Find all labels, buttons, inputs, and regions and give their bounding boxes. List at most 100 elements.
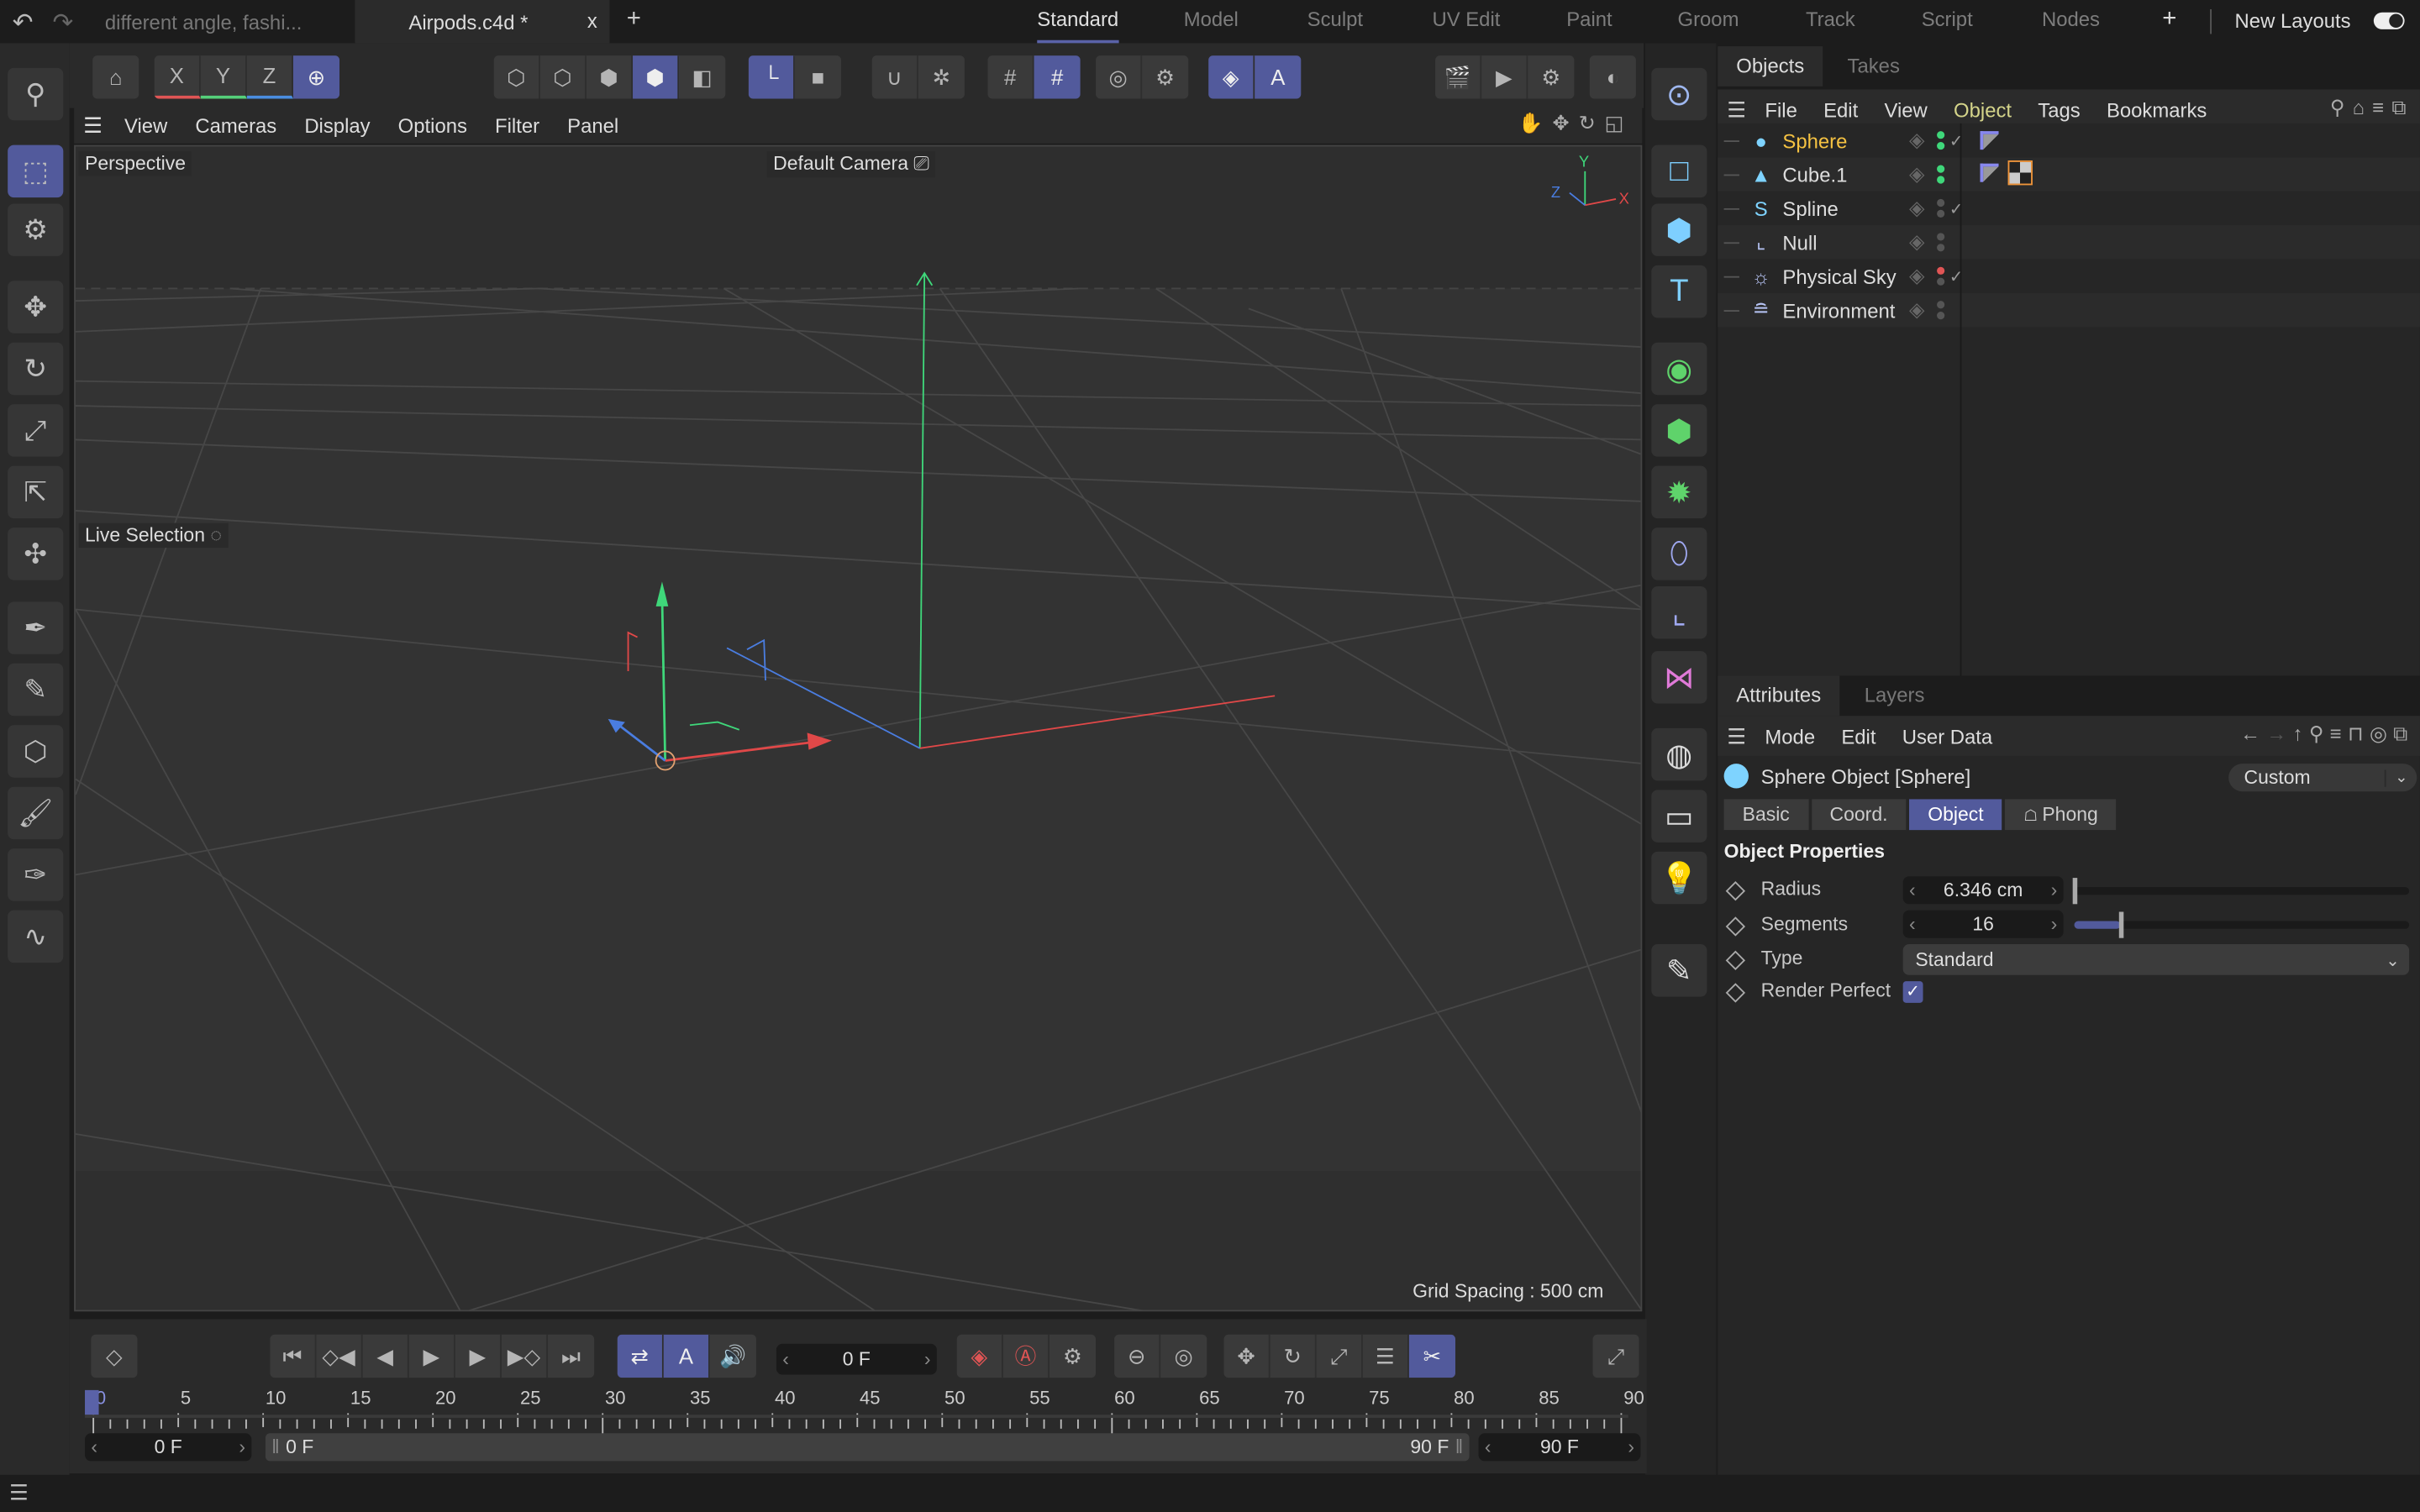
viewport-solo-icon[interactable]: ◈: [1208, 55, 1255, 99]
render-view-icon[interactable]: ⌂: [92, 55, 139, 98]
spline-rectangle-icon[interactable]: □: [1651, 144, 1707, 198]
segments-slider-handle[interactable]: [2119, 911, 2124, 938]
subdivision-surface-icon[interactable]: ◉: [1651, 342, 1707, 396]
layer-icon[interactable]: ◈: [1909, 128, 1931, 152]
layout-tab-paint[interactable]: Paint: [1566, 0, 1612, 40]
layer-icon[interactable]: ◈: [1909, 264, 1931, 288]
light-icon[interactable]: 💡: [1651, 851, 1707, 905]
null-object-icon[interactable]: ⊙: [1651, 67, 1707, 121]
attributes-menu-mode[interactable]: Mode: [1765, 724, 1815, 748]
texture-mode-icon[interactable]: ◧: [679, 55, 725, 98]
scene-nodes-icon[interactable]: ⌞: [1651, 585, 1707, 639]
up-arrow-icon[interactable]: ↑: [2293, 722, 2309, 746]
keyframe-render-perfect-icon[interactable]: [1725, 983, 1746, 1003]
layer-icon[interactable]: ◈: [1909, 162, 1931, 186]
decrement-icon[interactable]: ‹: [782, 1348, 789, 1370]
redshift-icon[interactable]: ◐: [1590, 55, 1636, 98]
target-icon[interactable]: ◎: [2370, 722, 2393, 746]
scale-icon[interactable]: ⤢: [8, 404, 64, 457]
autokey-icon[interactable]: Ⓐ: [1003, 1334, 1050, 1378]
edges-mode-icon[interactable]: ⬡: [540, 55, 587, 99]
decrement-icon[interactable]: ‹: [1485, 1436, 1491, 1458]
increment-icon[interactable]: ›: [2051, 879, 2058, 901]
loop-icon[interactable]: ⇄: [617, 1334, 664, 1378]
decrement-icon[interactable]: ‹: [91, 1436, 97, 1458]
viewport-menu-filter[interactable]: Filter: [495, 113, 539, 137]
viewport-menu-view[interactable]: View: [124, 113, 167, 137]
preset-dropdown[interactable]: Custom ⌄: [2228, 764, 2417, 792]
layout-tab-script[interactable]: Script: [1922, 0, 1973, 40]
keyframe-radius-icon[interactable]: [1725, 881, 1746, 901]
multi-transform-icon[interactable]: ✣: [8, 528, 64, 580]
radius-input[interactable]: ‹ 6.346 cm ›: [1902, 876, 2064, 905]
rotate-icon[interactable]: ↻: [8, 342, 64, 396]
home-icon[interactable]: ⌂: [2353, 96, 2373, 119]
layout-tab-groom[interactable]: Groom: [1677, 0, 1739, 40]
decrement-icon[interactable]: ‹: [1909, 879, 1916, 901]
increment-icon[interactable]: ›: [2051, 913, 2058, 935]
phong-tag-icon[interactable]: [1980, 131, 1999, 150]
forward-arrow-icon[interactable]: →: [2266, 722, 2292, 746]
tab-attributes[interactable]: Attributes: [1718, 675, 1840, 717]
viewport-menu-panel[interactable]: Panel: [567, 113, 618, 137]
polygons-mode-icon[interactable]: ⬢: [587, 55, 634, 99]
object-row[interactable]: ● Sphere ◈ ✓: [1718, 123, 2420, 158]
search-icon[interactable]: ⚲: [8, 67, 64, 121]
rotation-track-icon[interactable]: ↻: [1270, 1334, 1317, 1378]
object-row[interactable]: ☼ Physical Sky ◈ ✓: [1718, 259, 2420, 293]
snap-icon[interactable]: ∪: [872, 55, 918, 99]
visibility-toggle[interactable]: [1937, 301, 1945, 320]
new-layouts-button[interactable]: New Layouts: [2235, 9, 2351, 33]
new-tab-button[interactable]: +: [627, 6, 641, 34]
field-icon[interactable]: ⬯: [1651, 528, 1707, 580]
soft-selection-icon[interactable]: ◎: [1096, 55, 1143, 99]
polygon-pen-icon[interactable]: ⬡: [8, 725, 64, 778]
keyframe-type-icon[interactable]: [1725, 950, 1746, 971]
z-axis-lock-icon[interactable]: Z: [246, 55, 293, 99]
fcurve-editor-icon[interactable]: ⤢: [1592, 1335, 1639, 1378]
dolly-view-icon[interactable]: ✥: [1553, 111, 1579, 134]
viewport-menu-display[interactable]: Display: [304, 113, 370, 137]
key-selection-icon[interactable]: ⊖: [1114, 1334, 1161, 1378]
tweak-icon[interactable]: ⚙: [8, 203, 64, 256]
layout-toggle[interactable]: [2373, 12, 2405, 29]
close-tab-icon[interactable]: x: [587, 9, 597, 33]
points-mode-icon[interactable]: ⬡: [494, 55, 540, 99]
layout-tab-model[interactable]: Model: [1184, 0, 1239, 40]
transfer-icon[interactable]: ⇱: [8, 465, 64, 519]
object-row[interactable]: S Spline ◈ ✓: [1718, 191, 2420, 226]
viewport-menu-options[interactable]: Options: [398, 113, 467, 137]
render-settings-icon[interactable]: ⚙: [1528, 55, 1574, 98]
visibility-toggle[interactable]: [1937, 198, 1945, 218]
phong-tag-icon[interactable]: [1980, 163, 1999, 182]
render-perfect-checkbox[interactable]: ✓: [1902, 981, 1923, 1003]
object-name[interactable]: Null: [1782, 231, 1909, 255]
tab-takes[interactable]: Takes: [1828, 46, 1918, 87]
view-name-label[interactable]: Perspective: [78, 150, 192, 176]
tool-settings-icon[interactable]: ◌: [210, 524, 222, 546]
visibility-toggle[interactable]: [1937, 165, 1945, 184]
render-to-picture-viewer-icon[interactable]: ▶: [1481, 55, 1528, 99]
parameter-track-icon[interactable]: ☰: [1363, 1334, 1409, 1378]
objects-menu-edit[interactable]: Edit: [1823, 98, 1858, 122]
frame-rate-icon[interactable]: A: [663, 1334, 710, 1378]
go-to-end-icon[interactable]: ⏭: [548, 1335, 594, 1378]
move-icon[interactable]: ✥: [8, 281, 64, 333]
pop-out-icon[interactable]: ⧉: [2391, 96, 2413, 119]
tab-layers[interactable]: Layers: [1846, 675, 1944, 716]
sculpt-icon[interactable]: ∿: [8, 910, 64, 963]
type-dropdown[interactable]: Standard ⌄: [1902, 944, 2410, 975]
snap-settings-icon[interactable]: ✲: [918, 55, 965, 98]
start-frame-input[interactable]: ‹ 0 F ›: [85, 1433, 252, 1462]
position-track-icon[interactable]: ✥: [1224, 1334, 1270, 1378]
layout-tab-uv-edit[interactable]: UV Edit: [1432, 0, 1500, 40]
layer-icon[interactable]: ◈: [1909, 297, 1931, 322]
grid-icon[interactable]: #: [987, 55, 1034, 99]
visibility-toggle[interactable]: [1937, 131, 1945, 150]
radius-slider-handle[interactable]: [2072, 878, 2078, 905]
pan-view-icon[interactable]: ✋: [1518, 111, 1553, 134]
point-level-animation-icon[interactable]: ✂: [1408, 1334, 1456, 1378]
redo-icon[interactable]: ↷: [52, 8, 73, 39]
preview-range-bar[interactable]: ‖ 0 F 90 F ‖: [265, 1433, 1470, 1462]
deformer-icon[interactable]: ✹: [1651, 465, 1707, 519]
